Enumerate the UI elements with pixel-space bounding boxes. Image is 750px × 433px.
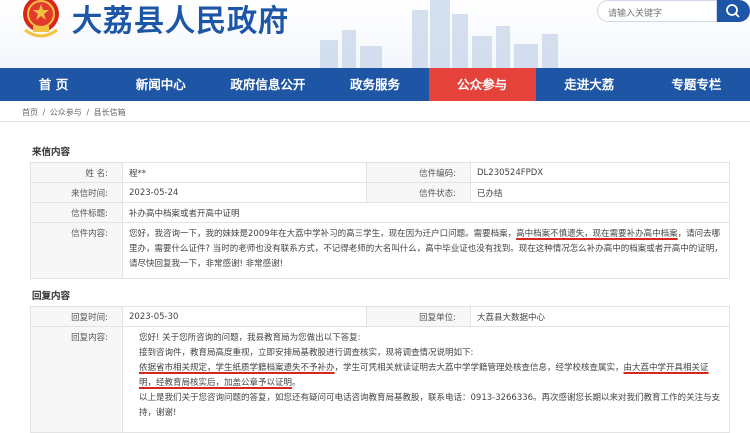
breadcrumb: 首页 / 公众参与 / 县长信箱: [22, 107, 128, 118]
national-emblem-icon: [23, 0, 59, 38]
letter-table: 姓 名: 程** 信件编码: DL230524FPDX 来信时间: 2023-0…: [30, 162, 730, 279]
nav-item-home[interactable]: 首 页: [0, 68, 107, 101]
reply-paragraph: 您好! 关于您所咨询的问题，我县教育局为您做出以下答复:: [139, 333, 361, 343]
nav-item-about-dali[interactable]: 走进大荔: [536, 68, 643, 101]
reply-date-value: 2023-05-30: [122, 306, 367, 327]
subject-value: 补办高中档案或者开高中证明: [122, 202, 730, 223]
reply-text: 。: [292, 378, 301, 388]
reply-content: 您好! 关于您所咨询的问题，我县教育局为您做出以下答复: 接到咨询件，教育局高度…: [122, 326, 730, 433]
search-input[interactable]: [598, 4, 708, 24]
breadcrumb-public-participation[interactable]: 公众参与: [50, 108, 82, 117]
nav-item-news[interactable]: 新闻中心: [107, 68, 214, 101]
divider: [0, 121, 750, 122]
main-nav: 首 页 新闻中心 政府信息公开 政务服务 公众参与 走进大荔 专题专栏: [0, 68, 750, 101]
breadcrumb-mayor-mailbox[interactable]: 县长信箱: [94, 108, 126, 117]
letter-content-label: 信件内容:: [30, 222, 123, 279]
reply-date-label: 回复时间:: [30, 306, 123, 327]
reply-content-label: 回复内容:: [30, 326, 123, 433]
code-value: DL230524FPDX: [470, 162, 730, 183]
nav-item-services[interactable]: 政务服务: [321, 68, 428, 101]
code-label: 信件编码:: [366, 162, 471, 183]
search-box[interactable]: [597, 0, 717, 24]
breadcrumb-home[interactable]: 首页: [22, 108, 38, 117]
reply-table: 回复时间: 2023-05-30 回复单位: 大荔县大数据中心 回复内容: 您好…: [30, 306, 730, 433]
reply-paragraph: 以上是我们关于您咨询问题的答复，如您还有疑问可电话咨询教育局基教股，联系电话：0…: [139, 393, 721, 418]
letter-section-title: 来信内容: [32, 147, 71, 158]
letter-content: 您好，我咨询一下，我的妹妹是2009年在大荔中学补习的高三学生，现在因为迁户口问…: [122, 222, 730, 279]
search-icon: [726, 4, 740, 18]
search-button[interactable]: [717, 0, 750, 22]
letter-content-text: 您好，我咨询一下，我的妹妹是2009年在大荔中学补习的高三学生，现在因为迁户口问…: [129, 229, 517, 239]
name-label: 姓 名:: [30, 162, 123, 183]
reply-unit-label: 回复单位:: [366, 306, 471, 327]
reply-text: ，学生可凭相关就读证明去大荔中学学籍管理处核查信息，经学校核查属实，: [334, 363, 624, 373]
site-title[interactable]: 大荔县人民政府: [72, 0, 289, 40]
nav-item-special-topics[interactable]: 专题专栏: [643, 68, 750, 101]
breadcrumb-separator: /: [86, 108, 90, 117]
name-value: 程**: [122, 162, 367, 183]
breadcrumb-separator: /: [42, 108, 46, 117]
status-label: 信件状态:: [366, 182, 471, 203]
city-skyline-image: [320, 0, 558, 68]
letter-date-value: 2023-05-24: [122, 182, 367, 203]
reply-paragraph: 接到咨询件，教育局高度重视，立即安排局基教股进行调查核实，现将调查情况说明如下:: [139, 348, 474, 358]
status-value: 已办结: [470, 182, 730, 203]
letter-date-label: 来信时间:: [30, 182, 123, 203]
reply-section-title: 回复内容: [32, 291, 71, 302]
nav-item-info-disclosure[interactable]: 政府信息公开: [214, 68, 321, 101]
reply-highlight: 依据省市相关规定，学生纸质学籍档案遗失不予补办: [139, 363, 335, 373]
site-header: 大荔县人民政府: [0, 0, 750, 68]
nav-item-public-participation[interactable]: 公众参与: [428, 68, 536, 101]
letter-content-highlight: 高中档案不慎遗失，现在需要补办高中档案: [516, 229, 678, 239]
reply-paragraph: 依据省市相关规定，学生纸质学籍档案遗失不予补办，学生可凭相关就读证明去大荔中学学…: [129, 361, 723, 391]
subject-label: 信件标题:: [30, 202, 123, 223]
reply-unit-value: 大荔县大数据中心: [470, 306, 730, 327]
